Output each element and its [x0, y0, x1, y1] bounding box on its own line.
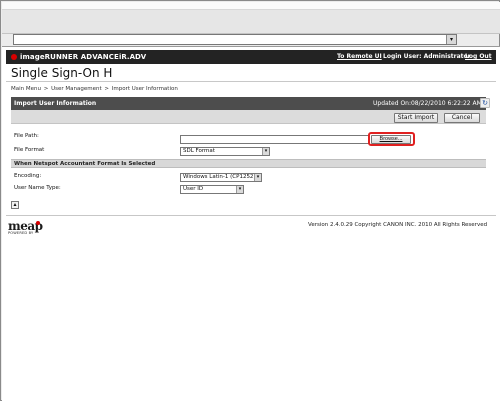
file-path-label: File Path: [14, 133, 39, 139]
address-dropdown-icon[interactable]: ▾ [446, 35, 456, 44]
cancel-button[interactable]: Cancel [444, 113, 480, 123]
chevron-down-icon: ▾ [236, 186, 243, 193]
file-format-label: File Format [14, 147, 45, 153]
updated-timestamp: Updated On:08/22/2010 6:22:22 AM [373, 100, 482, 107]
start-import-button[interactable]: Start Import [394, 113, 438, 123]
meap-logo-dot [36, 221, 40, 225]
breadcrumb-separator: > [104, 86, 109, 92]
browse-button[interactable]: Browse... [371, 135, 411, 144]
encoding-select[interactable]: Windows Latin-1 (CP1252) ▾ [180, 173, 262, 182]
netspot-subsection-header: When Netspot Accountant Format Is Select… [11, 159, 486, 168]
meap-logo: meap POWERED BY [8, 219, 50, 235]
file-path-input[interactable] [180, 135, 370, 144]
file-format-select[interactable]: SDL Format ▾ [180, 147, 270, 156]
encoding-value: Windows Latin-1 (CP1252) [183, 174, 256, 180]
app-title-bar: Single Sign-On H [6, 64, 496, 82]
browser-toolbar [2, 10, 500, 34]
user-name-type-label: User Name Type: [14, 185, 61, 191]
powered-by-label: POWERED BY [8, 231, 34, 235]
remote-ui-link[interactable]: To Remote UI [337, 53, 382, 60]
encoding-label: Encoding: [14, 173, 42, 179]
breadcrumb-main-menu[interactable]: Main Menu [11, 86, 41, 92]
login-user-label: Login User: Administrator [383, 53, 471, 60]
file-format-value: SDL Format [183, 148, 215, 154]
device-name: iR.ADV [119, 53, 147, 61]
window-title-strip [2, 2, 500, 10]
user-name-type-value: User ID [183, 186, 204, 192]
canon-logo-icon [11, 54, 17, 60]
browser-window: ▾ imageRUNNER ADVANCE iR.ADV To Remote U… [0, 0, 500, 401]
breadcrumb: Main Menu > User Management > Import Use… [11, 86, 178, 92]
netspot-subsection-title: When Netspot Accountant Format Is Select… [14, 161, 156, 167]
section-header: Import User Information Updated On:08/22… [11, 97, 490, 110]
chevron-down-icon: ▾ [254, 174, 261, 181]
breadcrumb-current: Import User Information [111, 86, 178, 92]
section-title: Import User Information [14, 100, 97, 107]
copyright-text: Version 2.4.0.29 Copyright CANON INC. 20… [308, 222, 488, 228]
page-content: imageRUNNER ADVANCE iR.ADV To Remote UI … [2, 46, 500, 401]
page-title: Single Sign-On H [11, 66, 113, 80]
address-bar[interactable] [13, 34, 457, 45]
breadcrumb-user-management[interactable]: User Management [51, 86, 102, 92]
user-name-type-select[interactable]: User ID ▾ [180, 185, 244, 194]
product-name: imageRUNNER ADVANCE [20, 53, 119, 61]
refresh-icon[interactable]: ↻ [480, 98, 490, 108]
breadcrumb-separator: > [43, 86, 49, 92]
chevron-down-icon: ▾ [262, 148, 269, 155]
logout-link[interactable]: Log Out [465, 53, 492, 60]
top-header-bar: imageRUNNER ADVANCE iR.ADV To Remote UI … [6, 50, 496, 64]
collapse-icon[interactable]: ▴ [11, 201, 19, 209]
footer-divider [6, 215, 496, 216]
